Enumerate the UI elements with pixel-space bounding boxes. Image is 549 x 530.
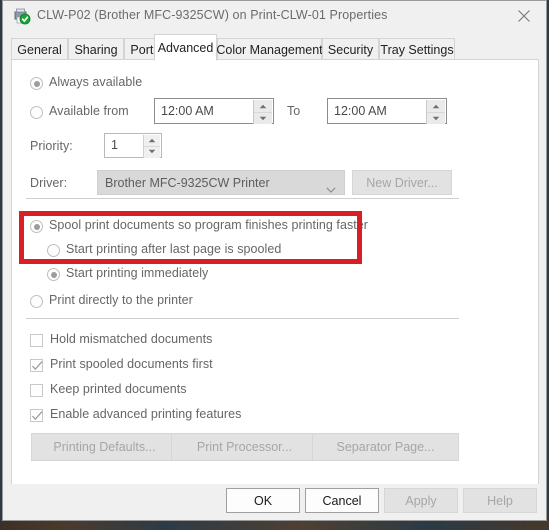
label-start-printing-after-last-page: Start printing after last page is spoole… [66,242,282,256]
tab-strip: General Sharing Ports Advanced Color Man… [3,33,546,61]
label-to: To [287,104,301,118]
footer-button-bar: OK Cancel Apply Help [3,484,546,520]
title-bar: CLW-P02 (Brother MFC-9325CW) on Print-CL… [3,1,546,31]
driver-value: Brother MFC-9325CW Printer [105,176,270,190]
available-to-time-value: 12:00 AM [334,104,387,118]
separator-page-button[interactable]: Separator Page... [312,433,459,461]
label-spool-print-documents: Spool print documents so program finishe… [49,218,368,232]
close-icon[interactable] [502,1,546,31]
checkbox-print-spooled-documents-first[interactable] [30,359,43,372]
checkbox-hold-mismatched-documents[interactable] [30,334,43,347]
tab-general[interactable]: General [11,38,68,60]
priority-field[interactable]: 1 [104,133,162,158]
ok-button[interactable]: OK [226,488,300,513]
label-hold-mismatched-documents: Hold mismatched documents [50,332,213,346]
label-keep-printed-documents: Keep printed documents [50,382,187,396]
printing-defaults-button[interactable]: Printing Defaults... [31,433,178,461]
label-driver: Driver: [30,176,68,190]
radio-start-printing-immediately[interactable] [47,268,60,281]
radio-spool-print-documents[interactable] [30,220,43,233]
label-start-printing-immediately: Start printing immediately [66,266,209,280]
available-to-time-stepper[interactable] [426,100,445,124]
window-title: CLW-P02 (Brother MFC-9325CW) on Print-CL… [37,8,388,22]
chevron-down-icon[interactable] [427,112,445,124]
available-from-time-stepper[interactable] [253,100,272,124]
priority-value: 1 [111,138,118,152]
tab-advanced[interactable]: Advanced [154,34,217,61]
label-available-from: Available from [49,104,129,118]
driver-combobox[interactable]: Brother MFC-9325CW Printer [97,170,345,195]
radio-available-from[interactable] [30,106,43,119]
apply-button[interactable]: Apply [384,488,458,513]
available-from-time-value: 12:00 AM [161,104,214,118]
label-print-directly-to-printer: Print directly to the printer [49,293,193,307]
label-priority: Priority: [30,139,73,153]
radio-start-printing-after-last-page[interactable] [47,244,60,257]
printer-properties-dialog: CLW-P02 (Brother MFC-9325CW) on Print-CL… [2,0,547,521]
available-from-time-field[interactable]: 12:00 AM [154,98,274,124]
label-always-available: Always available [49,75,143,89]
new-driver-button[interactable]: New Driver... [352,170,452,195]
cancel-button[interactable]: Cancel [305,488,379,513]
tab-tray-settings[interactable]: Tray Settings [379,38,455,60]
printer-check-icon [13,8,31,25]
advanced-tab-panel: Always available Available from 12:00 AM… [11,59,539,486]
label-enable-advanced-printing-features: Enable advanced printing features [50,407,242,421]
chevron-down-icon[interactable] [254,112,272,124]
available-to-time-field[interactable]: 12:00 AM [327,98,447,124]
tab-sharing[interactable]: Sharing [68,38,124,60]
label-print-spooled-documents-first: Print spooled documents first [50,357,213,371]
radio-print-directly-to-printer[interactable] [30,295,43,308]
help-button[interactable]: Help [463,488,537,513]
checkbox-keep-printed-documents[interactable] [30,384,43,397]
checkbox-enable-advanced-printing-features[interactable] [30,409,43,422]
chevron-down-icon [326,180,336,198]
divider-top [26,198,459,199]
desktop-background-strip [0,521,549,530]
priority-stepper[interactable] [143,135,160,158]
radio-always-available[interactable] [30,77,43,90]
tab-color-management[interactable]: Color Management [216,38,323,60]
chevron-down-icon[interactable] [144,146,160,157]
print-processor-button[interactable]: Print Processor... [171,433,318,461]
divider-bottom [26,318,459,319]
tab-security[interactable]: Security [322,38,379,60]
